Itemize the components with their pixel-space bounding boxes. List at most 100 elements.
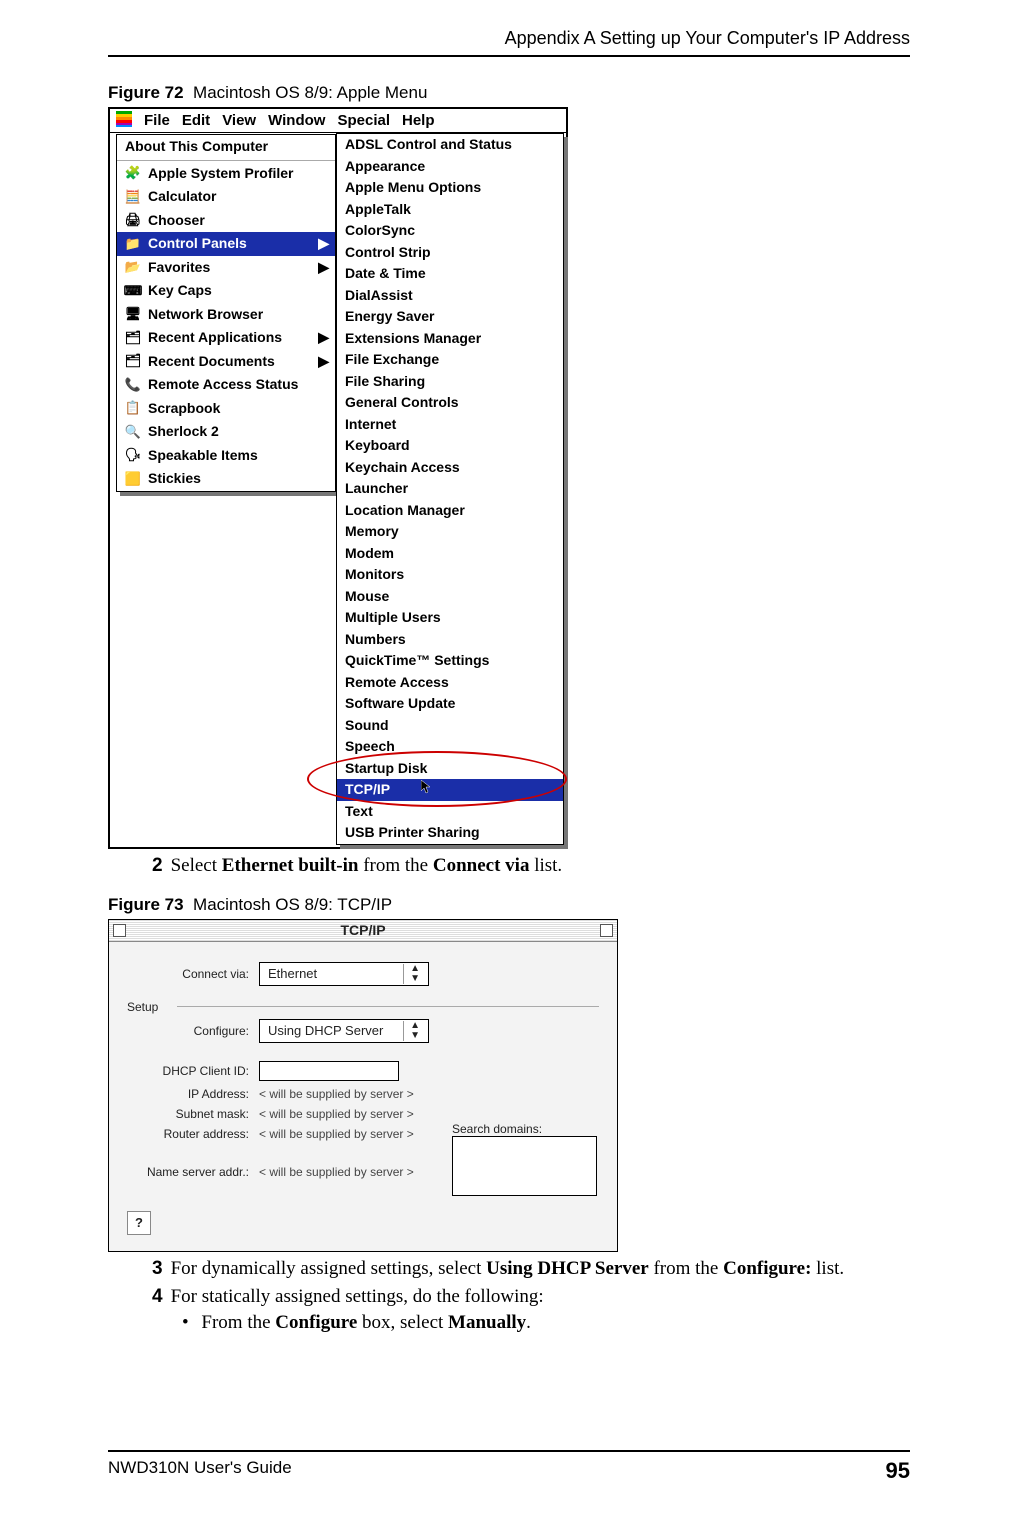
subnet-value: < will be supplied by server > (259, 1107, 414, 1121)
tcpip-body: Connect via: Ethernet▲▼ Setup Configure:… (109, 942, 617, 1251)
menubar-item[interactable]: Edit (182, 112, 210, 129)
tcpip-window-title: TCP/IP (132, 922, 594, 938)
control-panel-item[interactable]: Extensions Manager (337, 328, 563, 350)
router-value: < will be supplied by server > (259, 1127, 414, 1141)
control-panel-item[interactable]: ColorSync (337, 220, 563, 242)
remote-access-icon: 📞 (125, 377, 141, 393)
control-panel-item[interactable]: ADSL Control and Status (337, 134, 563, 156)
popup-arrows-icon: ▲▼ (403, 1021, 420, 1041)
control-panel-item[interactable]: Text (337, 801, 563, 823)
figure-73-screenshot: TCP/IP Connect via: Ethernet▲▼ Setup Con… (108, 919, 618, 1252)
bullet-text: . (526, 1312, 531, 1333)
control-panel-item[interactable]: File Sharing (337, 371, 563, 393)
control-panel-item[interactable]: Appearance (337, 156, 563, 178)
step-bold: Connect via (433, 855, 530, 876)
menubar-item[interactable]: Window (268, 112, 325, 129)
control-panel-item[interactable]: File Exchange (337, 349, 563, 371)
apple-menu-item[interactable]: 🖨Chooser (117, 209, 335, 233)
menu-item-label: Remote Access Status (148, 376, 298, 394)
connect-via-label: Connect via: (127, 967, 259, 981)
apple-logo-icon[interactable] (116, 111, 132, 131)
recent-apps-icon: 🗂 (125, 330, 141, 346)
configure-value: Using DHCP Server (268, 1023, 383, 1038)
control-panel-item[interactable]: Mouse (337, 586, 563, 608)
apple-menu-item[interactable]: 🗂Recent Documents▶ (117, 350, 335, 374)
cursor-icon (421, 780, 433, 799)
connect-via-popup[interactable]: Ethernet ▲▼ (259, 962, 429, 986)
zoom-box-icon[interactable] (600, 924, 613, 937)
apple-menu-item[interactable]: ⌨Key Caps (117, 279, 335, 303)
bullet-bold: Manually (448, 1312, 526, 1333)
connect-via-value: Ethernet (268, 966, 317, 981)
apple-menu-item[interactable]: 📞 Remote Access Status (117, 373, 335, 397)
menubar-item[interactable]: Special (337, 112, 390, 129)
network-icon: 🖥 (125, 306, 141, 322)
control-panel-item[interactable]: Control Strip (337, 242, 563, 264)
menubar-item[interactable]: Help (402, 112, 435, 129)
submenu-arrow-icon: ▶ (318, 353, 329, 371)
control-panel-item[interactable]: Multiple Users (337, 607, 563, 629)
control-panel-item[interactable]: Sound (337, 715, 563, 737)
step-number: 4 (152, 1286, 163, 1307)
control-panel-item[interactable]: Apple Menu Options (337, 177, 563, 199)
apple-menu-about[interactable]: About This Computer (117, 135, 335, 159)
control-panel-item[interactable]: QuickTime™ Settings (337, 650, 563, 672)
control-panel-item[interactable]: General Controls (337, 392, 563, 414)
apple-menu-item[interactable]: 🗣Speakable Items (117, 444, 335, 468)
popup-arrows-icon: ▲▼ (403, 964, 420, 984)
step-text: from the (649, 1258, 723, 1279)
apple-menu-item[interactable]: 📂Favorites▶ (117, 256, 335, 280)
help-button[interactable]: ? (127, 1211, 151, 1235)
menubar-item[interactable]: File (144, 112, 170, 129)
apple-menu-item[interactable]: 🟨Stickies (117, 467, 335, 491)
step-2: 2Select Ethernet built-in from the Conne… (152, 855, 910, 877)
tcpip-titlebar: TCP/IP (109, 920, 617, 942)
ip-address-label: IP Address: (127, 1087, 259, 1101)
apple-menu-item[interactable]: 🔍Sherlock 2 (117, 420, 335, 444)
control-panel-item[interactable]: Internet (337, 414, 563, 436)
menu-item-label: Sherlock 2 (148, 423, 219, 441)
control-panel-item[interactable]: Memory (337, 521, 563, 543)
control-panel-item[interactable]: Launcher (337, 478, 563, 500)
step-text: list. (811, 1258, 844, 1279)
menu-item-label: Recent Applications (148, 329, 282, 347)
page-header-appendix: Appendix A Setting up Your Computer's IP… (108, 28, 910, 49)
control-panel-item[interactable]: Startup Disk (337, 758, 563, 780)
step-4: 4For statically assigned settings, do th… (152, 1286, 910, 1308)
apple-menu-item[interactable]: 🧩Apple System Profiler (117, 162, 335, 186)
bullet-bold: Configure (275, 1312, 357, 1333)
control-panel-item[interactable]: Monitors (337, 564, 563, 586)
close-box-icon[interactable] (113, 924, 126, 937)
control-panel-item[interactable]: Keychain Access (337, 457, 563, 479)
control-panel-item[interactable]: USB Printer Sharing (337, 822, 563, 844)
menubar-item[interactable]: View (222, 112, 256, 129)
control-panel-item[interactable]: DialAssist (337, 285, 563, 307)
menu-item-label: Favorites (148, 259, 210, 277)
apple-menu-control-panels[interactable]: 📁Control Panels▶ (117, 232, 335, 256)
control-panel-item[interactable]: Numbers (337, 629, 563, 651)
router-label: Router address: (127, 1127, 259, 1141)
control-panel-item[interactable]: Date & Time (337, 263, 563, 285)
apple-menu-item[interactable]: 🖥Network Browser (117, 303, 335, 327)
control-panel-item[interactable]: Energy Saver (337, 306, 563, 328)
keycaps-icon: ⌨ (125, 283, 141, 299)
apple-menu-item[interactable]: 🧮Calculator (117, 185, 335, 209)
header-rule (108, 55, 910, 57)
configure-popup[interactable]: Using DHCP Server ▲▼ (259, 1019, 429, 1043)
dhcp-client-input[interactable] (259, 1061, 399, 1081)
control-panel-item[interactable]: Modem (337, 543, 563, 565)
control-panel-item[interactable]: Speech (337, 736, 563, 758)
control-panel-item[interactable]: Software Update (337, 693, 563, 715)
apple-menu-item[interactable]: 🗂Recent Applications▶ (117, 326, 335, 350)
control-panel-item[interactable]: AppleTalk (337, 199, 563, 221)
control-panel-item[interactable]: Keyboard (337, 435, 563, 457)
control-panel-tcpip[interactable]: TCP/IP (337, 779, 563, 801)
apple-menu-item[interactable]: 📋Scrapbook (117, 397, 335, 421)
control-panel-item[interactable]: Location Manager (337, 500, 563, 522)
control-panel-item[interactable]: Remote Access (337, 672, 563, 694)
figure-73-caption: Figure 73 Macintosh OS 8/9: TCP/IP (108, 895, 910, 915)
menu-item-label: Scrapbook (148, 400, 220, 418)
step-bold: Configure: (723, 1258, 811, 1279)
search-domains-input[interactable] (452, 1136, 597, 1196)
submenu-arrow-icon: ▶ (318, 259, 329, 277)
